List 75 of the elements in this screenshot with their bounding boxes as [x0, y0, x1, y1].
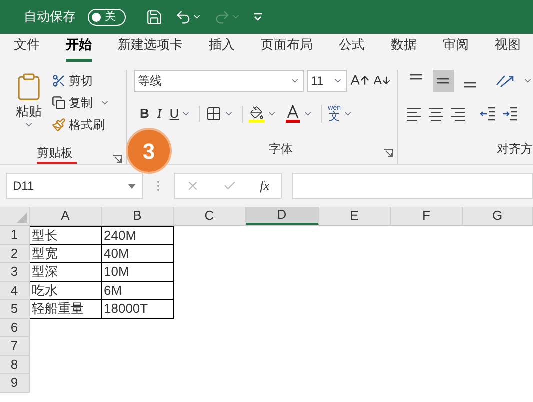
table-cell: 轻船重量	[30, 300, 102, 318]
align-lines-icon	[409, 74, 423, 80]
font-size-field[interactable]: 11	[307, 70, 348, 92]
grip-icon	[157, 180, 160, 192]
fill-color-icon[interactable]	[249, 106, 266, 122]
table-cell: 10M	[102, 263, 174, 282]
group-label: 剪贴板	[37, 144, 77, 164]
underline-button[interactable]: U	[170, 104, 180, 124]
table-cell: 型长	[30, 226, 102, 244]
column-header[interactable]: B	[102, 207, 174, 225]
borders-icon[interactable]	[206, 106, 222, 122]
table-cell: 18000T	[102, 300, 174, 318]
formula-input[interactable]	[292, 173, 533, 199]
row-header[interactable]: 8	[0, 356, 30, 374]
row-header[interactable]: 5	[0, 300, 30, 318]
dialog-launcher-icon[interactable]	[384, 149, 393, 158]
scissors-icon	[52, 74, 66, 88]
cut-button[interactable]: 剪切	[52, 72, 110, 90]
increase-indent-icon[interactable]	[502, 107, 518, 121]
autosave-label: 自动保存	[24, 8, 76, 26]
row-header[interactable]: 6	[0, 318, 30, 337]
row-header[interactable]: 7	[0, 337, 30, 356]
table-cell: 240M	[102, 226, 174, 244]
column-header[interactable]: E	[319, 207, 391, 225]
table-cell: 型宽	[30, 244, 102, 263]
ribbon-tab[interactable]: 审阅	[443, 34, 469, 62]
row-header[interactable]: 4	[0, 282, 30, 300]
save-icon[interactable]	[146, 8, 163, 26]
table-cell: 吃水	[30, 282, 102, 300]
table-cell: 40M	[102, 244, 174, 263]
autosave-toggle[interactable]: 关	[88, 8, 126, 26]
group-label: 字体	[269, 141, 294, 158]
table-cell: 型深	[30, 263, 102, 282]
align-center-icon[interactable]	[428, 107, 444, 121]
align-right-icon[interactable]	[450, 107, 466, 121]
bold-button[interactable]: B	[140, 104, 150, 124]
customize-toolbar-icon[interactable]	[253, 12, 263, 22]
paste-button[interactable]: 粘贴	[12, 70, 46, 136]
format-painter-button[interactable]: 格式刷	[52, 116, 110, 134]
row-header[interactable]: 2	[0, 244, 30, 263]
ribbon-tab[interactable]: 数据	[391, 34, 417, 62]
font-name-field[interactable]: 等线	[134, 70, 304, 92]
undo-icon[interactable]	[175, 8, 192, 26]
column-header[interactable]: D	[246, 207, 319, 225]
ribbon-tab[interactable]: 插入	[209, 34, 235, 62]
row-header[interactable]: 1	[0, 226, 30, 244]
table-cell: 6M	[102, 282, 174, 300]
italic-button[interactable]: I	[157, 104, 162, 124]
row-header[interactable]: 9	[0, 374, 30, 392]
ribbon-tab[interactable]: 视图	[495, 34, 521, 62]
ribbon-tab[interactable]: 文件	[14, 34, 40, 62]
align-left-icon[interactable]	[406, 107, 422, 121]
dropdown-arrow-icon	[128, 184, 136, 188]
vertical-align-button[interactable]	[433, 70, 454, 92]
column-header[interactable]: A	[30, 207, 102, 225]
dialog-launcher-icon[interactable]	[113, 155, 122, 164]
copy-icon	[52, 96, 66, 110]
ribbon-tab[interactable]: 新建选项卡	[118, 34, 183, 62]
brush-icon	[52, 118, 66, 132]
ribbon-tab[interactable]: 公式	[339, 34, 365, 62]
column-header[interactable]: F	[391, 207, 463, 225]
ribbon-tab[interactable]: 页面布局	[261, 34, 313, 62]
insert-function-button[interactable]: fx	[260, 176, 270, 196]
copy-button[interactable]: 复制	[52, 94, 110, 112]
column-header[interactable]: G	[463, 207, 533, 225]
toggle-knob	[92, 12, 101, 22]
font-color-icon[interactable]	[285, 105, 302, 123]
paint-bucket-icon	[250, 106, 264, 120]
name-box[interactable]: D11	[6, 173, 143, 199]
decrease-indent-icon[interactable]	[480, 107, 496, 121]
group-label: 对齐方	[497, 141, 533, 158]
row-header[interactable]: 3	[0, 263, 30, 282]
corner-triangle-icon	[17, 213, 27, 223]
align-lines-icon	[436, 78, 450, 84]
align-lines-icon	[463, 82, 477, 88]
